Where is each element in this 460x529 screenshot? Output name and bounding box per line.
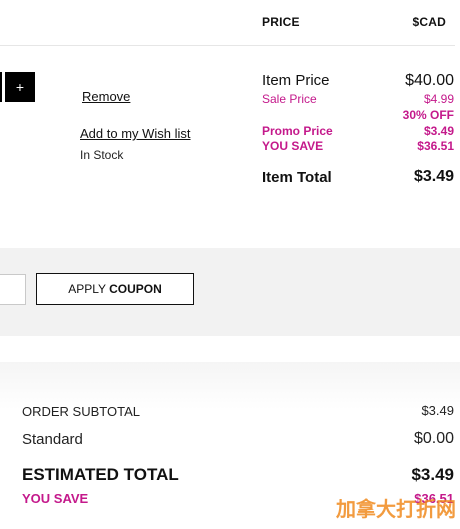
item-price-label: Item Price <box>262 72 330 89</box>
quantity-field-edge[interactable] <box>0 72 2 102</box>
sale-price-label: Sale Price <box>262 92 317 106</box>
item-total-label: Item Total <box>262 169 332 186</box>
summary-you-save-label: YOU SAVE <box>22 491 89 506</box>
item-you-save-label: YOU SAVE <box>262 139 324 153</box>
shipping-cost-value: $0.00 <box>413 430 454 447</box>
remove-link[interactable]: Remove <box>82 89 130 104</box>
price-column-header: PRICE <box>262 15 300 29</box>
summary-top-fade <box>0 362 460 410</box>
estimated-total-value: $3.49 <box>411 465 454 484</box>
promo-price-value: $3.49 <box>423 124 454 138</box>
sale-price-value: $4.99 <box>423 92 454 106</box>
shipping-method-label: Standard <box>22 431 83 448</box>
add-to-wishlist-link[interactable]: Add to my Wish list <box>80 126 191 141</box>
header-divider <box>0 45 455 46</box>
coupon-code-input[interactable] <box>0 274 26 305</box>
apply-coupon-prefix: APPLY <box>68 282 110 296</box>
site-watermark: 加拿大打折网 <box>336 499 456 521</box>
item-total-value: $3.49 <box>413 168 454 185</box>
currency-column-header: $CAD <box>412 15 446 29</box>
apply-coupon-bold: COUPON <box>109 282 162 296</box>
order-subtotal-label: ORDER SUBTOTAL <box>22 404 140 419</box>
order-subtotal-value: $3.49 <box>421 403 454 418</box>
promo-price-label: Promo Price <box>262 124 333 138</box>
apply-coupon-button[interactable]: APPLY COUPON <box>36 273 194 305</box>
percent-off-badge: 30% OFF <box>402 108 454 122</box>
item-you-save-value: $36.51 <box>417 139 454 153</box>
item-price-value: $40.00 <box>405 72 454 89</box>
quantity-increase-button[interactable]: + <box>5 72 35 102</box>
estimated-total-label: ESTIMATED TOTAL <box>22 465 179 484</box>
stock-status: In Stock <box>80 148 124 162</box>
